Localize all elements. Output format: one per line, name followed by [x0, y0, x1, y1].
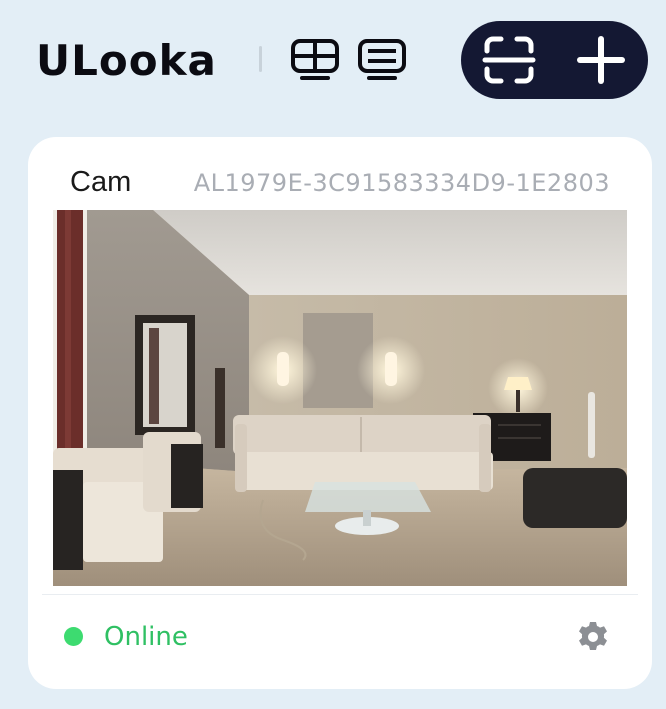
list-view-button[interactable] [356, 38, 408, 82]
scan-button[interactable] [481, 35, 537, 85]
gear-icon [579, 622, 607, 650]
camera-preview[interactable] [53, 210, 627, 586]
grid-view-button[interactable] [289, 38, 341, 82]
camera-device-id: AL1979E-3C91583334D9-1E2803 [193, 169, 610, 197]
grid-view-monitor-icon [291, 39, 339, 80]
status-indicator [64, 627, 83, 646]
camera-settings-button[interactable] [576, 620, 610, 654]
camera-card[interactable]: Cam AL1979E-3C91583334D9-1E2803 Online [28, 137, 652, 689]
scan-icon [482, 36, 536, 84]
header-divider [259, 46, 262, 72]
list-view-monitor-icon [358, 39, 406, 80]
header-action-pill [461, 21, 648, 99]
status-text: Online [104, 622, 188, 652]
app-header: ULooka [0, 0, 666, 120]
app-title: ULooka [36, 36, 217, 85]
camera-name: Cam [70, 166, 132, 198]
plus-icon [577, 36, 625, 84]
card-divider [42, 594, 638, 595]
add-device-button[interactable] [573, 35, 629, 85]
